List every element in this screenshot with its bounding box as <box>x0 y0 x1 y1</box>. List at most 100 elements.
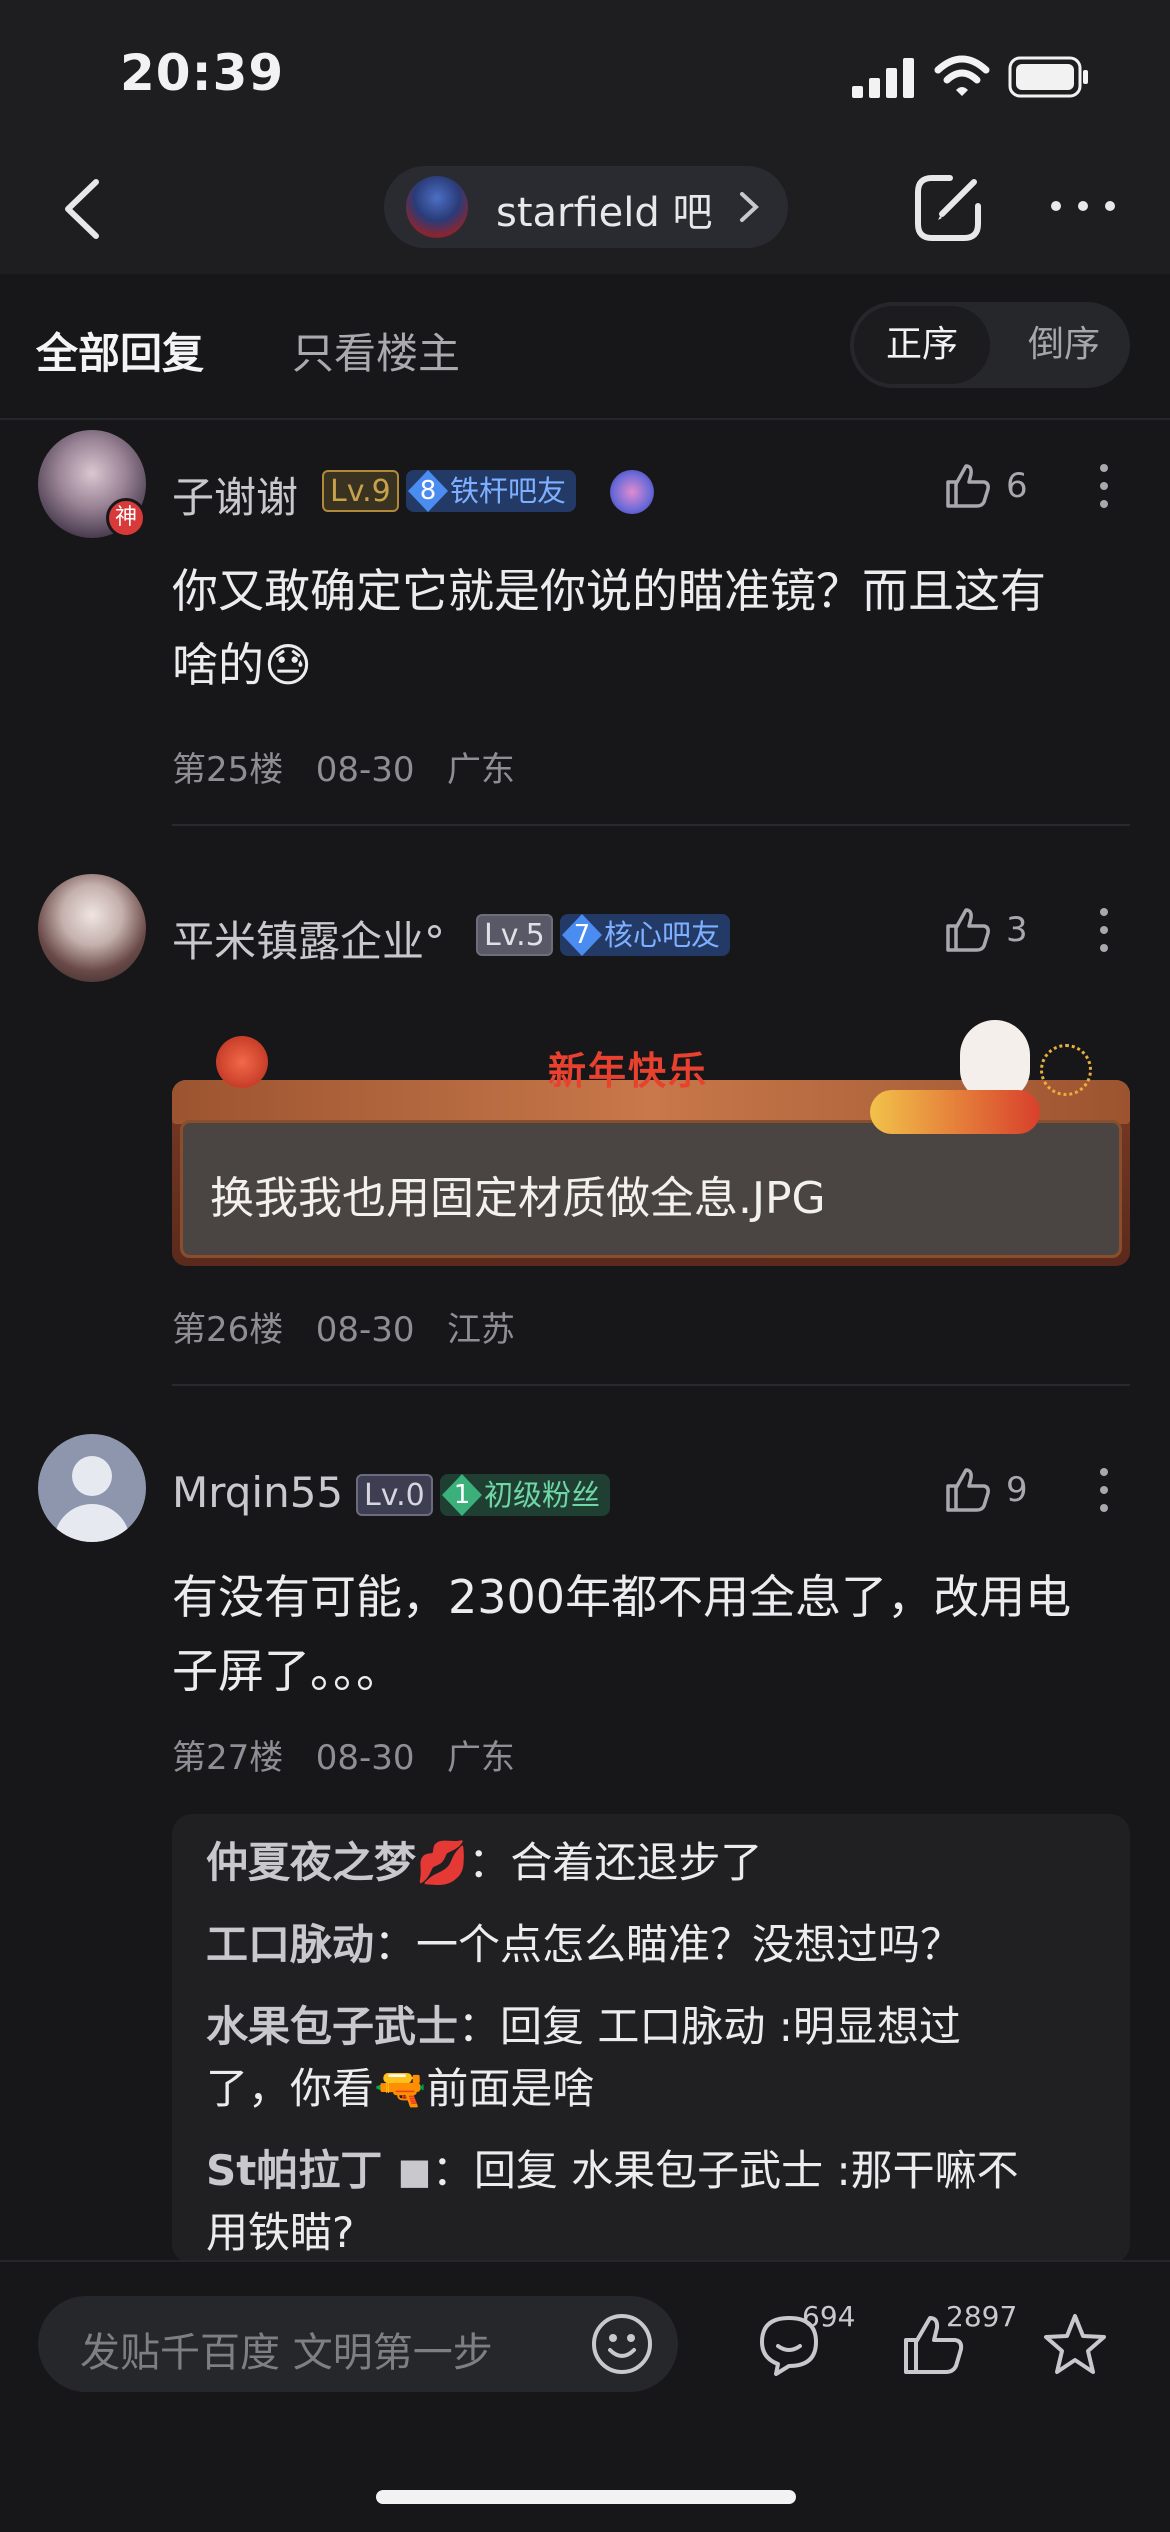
reply-separator: ： <box>374 1920 417 1969</box>
comment-text-line: 有没有可能，2300年都不用全息了，改用电 <box>172 1570 1072 1624</box>
status-time: 20:39 <box>120 44 285 102</box>
reply-input[interactable]: 发贴千百度 文明第一步 <box>38 2296 678 2392</box>
comment-location: 广东 <box>446 750 515 790</box>
reply-text: 用铁瞄? <box>206 2208 355 2257</box>
reply-separator: ： <box>468 1838 511 1887</box>
sort-toggle: 正序 倒序 <box>850 302 1130 388</box>
reply-item[interactable]: 仲夏夜之梦💋：合着还退步了 <box>206 1826 762 1900</box>
comment-text-line: 子屏了。。。 <box>172 1644 402 1698</box>
reply-username[interactable]: St帕拉丁 ◼ <box>206 2146 432 2195</box>
reply-item[interactable]: 工口脉动：一个点怎么瞄准？没想过吗？ <box>206 1908 962 1982</box>
badge-label: 铁杆吧友 <box>450 474 567 508</box>
comment-text-line: 啥的😓 <box>172 628 1046 702</box>
avatar-tag: 神 <box>106 498 146 538</box>
avatar[interactable] <box>38 1434 146 1542</box>
reply-text: 了，你看 <box>206 2064 375 2113</box>
badge-label: 初级粉丝 <box>484 1478 601 1512</box>
like-icon[interactable] <box>944 462 992 510</box>
more-icon[interactable] <box>1048 196 1118 216</box>
divider <box>172 1384 1130 1386</box>
reply-separator: ： <box>431 2146 474 2195</box>
reply-text: 一个点怎么瞄准？没想过吗？ <box>416 1920 963 1969</box>
comment-count: 694 <box>802 2300 856 2333</box>
comment-meta: 第26楼 08-30 江苏 <box>172 1302 515 1351</box>
username[interactable]: Mrqin55 <box>172 1468 343 1517</box>
comment-text-part: 啥的 <box>172 638 264 692</box>
firework-decor-icon <box>1040 1044 1092 1096</box>
floor-number: 第27楼 <box>172 1738 284 1778</box>
fan-badge: 1 初级粉丝 <box>440 1474 611 1516</box>
emoji-icon[interactable] <box>590 2312 654 2376</box>
badge-number: 8 <box>408 470 448 512</box>
sweat-emoji-icon: 😓 <box>264 638 312 692</box>
comment-text: 有没有可能，2300年都不用全息了，改用电 子屏了。。。 <box>172 1560 1071 1708</box>
floor-number: 第25楼 <box>172 750 284 790</box>
level-badge: Lv.5 <box>476 914 553 956</box>
forum-avatar <box>406 176 468 238</box>
reply-username[interactable]: 仲夏夜之梦💋 <box>206 1838 468 1887</box>
username[interactable]: 平米镇露企业° <box>172 908 445 969</box>
reply-username[interactable]: 工口脉动 <box>206 1920 374 1969</box>
water-gun-emoji-icon: 🔫 <box>374 2064 427 2113</box>
rabbit-decor-icon <box>960 1020 1030 1100</box>
floor-number: 第26楼 <box>172 1310 284 1350</box>
sub-replies[interactable]: 仲夏夜之梦💋：合着还退步了 工口脉动：一个点怎么瞄准？没想过吗？ 水果包子武士：… <box>172 1814 1130 2264</box>
like-count: 3 <box>1006 910 1028 950</box>
edit-icon[interactable] <box>910 170 986 246</box>
decor-badge-icon <box>610 470 654 514</box>
kebab-icon[interactable] <box>1098 1466 1110 1514</box>
reply-text: 前面是啥 <box>426 2064 595 2113</box>
comment-text: 你又敢确定它就是你说的瞄准镜？而且这有 啥的😓 <box>172 554 1046 702</box>
comment-meta: 第27楼 08-30 广东 <box>172 1730 515 1779</box>
home-indicator <box>376 2490 796 2504</box>
badge-number: 1 <box>442 1474 482 1516</box>
chevron-right-icon <box>740 192 759 222</box>
level-badge: Lv.9 <box>322 470 399 512</box>
kebab-icon[interactable] <box>1098 462 1110 510</box>
fan-badge: 8 铁杆吧友 <box>406 470 577 512</box>
reply-item[interactable]: 水果包子武士：回复 工口脉动 :明显想过 了，你看🔫前面是啥 <box>206 1990 1106 2126</box>
reply-text: 合着还退步了 <box>510 1838 763 1887</box>
reply-username[interactable]: 水果包子武士 <box>206 2002 458 2051</box>
badge-label: 核心吧友 <box>604 918 721 952</box>
forum-pill[interactable]: starfield 吧 <box>384 166 788 248</box>
like-icon[interactable] <box>944 1466 992 1514</box>
avatar[interactable] <box>38 874 146 982</box>
username[interactable]: 子谢谢 <box>172 464 298 525</box>
forum-name: starfield 吧 <box>496 190 713 236</box>
star-icon[interactable] <box>1040 2310 1110 2380</box>
comment-date: 08-30 <box>315 750 415 790</box>
reply-input-placeholder: 发贴千百度 文明第一步 <box>80 2330 493 2376</box>
signal-icon <box>852 58 914 98</box>
divider <box>172 824 1130 826</box>
fan-badge: 7 核心吧友 <box>560 914 731 956</box>
wifi-icon <box>934 55 990 96</box>
tab-all-replies[interactable]: 全部回复 <box>36 320 204 381</box>
sort-ascending-button[interactable]: 正序 <box>854 306 990 384</box>
comment-meta: 第25楼 08-30 广东 <box>172 742 515 791</box>
kebab-icon[interactable] <box>1098 906 1110 954</box>
coins-decor-icon <box>870 1090 1040 1134</box>
reply-text: 回复 工口脉动 :明显想过 <box>500 2002 961 2051</box>
battery-icon <box>1008 56 1088 98</box>
reply-item[interactable]: St帕拉丁 ◼：回复 水果包子武士 :那干嘛不 用铁瞄? <box>206 2134 1106 2270</box>
lantern-decor-icon <box>216 1036 268 1088</box>
back-icon[interactable] <box>58 176 108 242</box>
level-badge: Lv.0 <box>356 1474 433 1516</box>
comment-date: 08-30 <box>315 1310 415 1350</box>
sort-descending-button[interactable]: 倒序 <box>1002 306 1126 384</box>
reply-separator: ： <box>458 2002 501 2051</box>
card-banner-text: 新年快乐 <box>548 1049 709 1093</box>
comment-text-line: 你又敢确定它就是你说的瞄准镜？而且这有 <box>172 564 1046 618</box>
reply-text: 回复 水果包子武士 :那干嘛不 <box>473 2146 1019 2195</box>
comment-location: 广东 <box>446 1738 515 1778</box>
comment-text: 换我我也用固定材质做全息.JPG <box>210 1173 826 1224</box>
like-count: 6 <box>1006 466 1028 506</box>
comment-date: 08-30 <box>315 1738 415 1778</box>
avatar-tag-text: 神 <box>114 505 137 530</box>
badge-number: 7 <box>562 914 602 956</box>
like-count-total: 2897 <box>946 2300 1018 2333</box>
tab-op-only[interactable]: 只看楼主 <box>292 320 460 381</box>
like-count: 9 <box>1006 1470 1028 1510</box>
like-icon[interactable] <box>944 906 992 954</box>
